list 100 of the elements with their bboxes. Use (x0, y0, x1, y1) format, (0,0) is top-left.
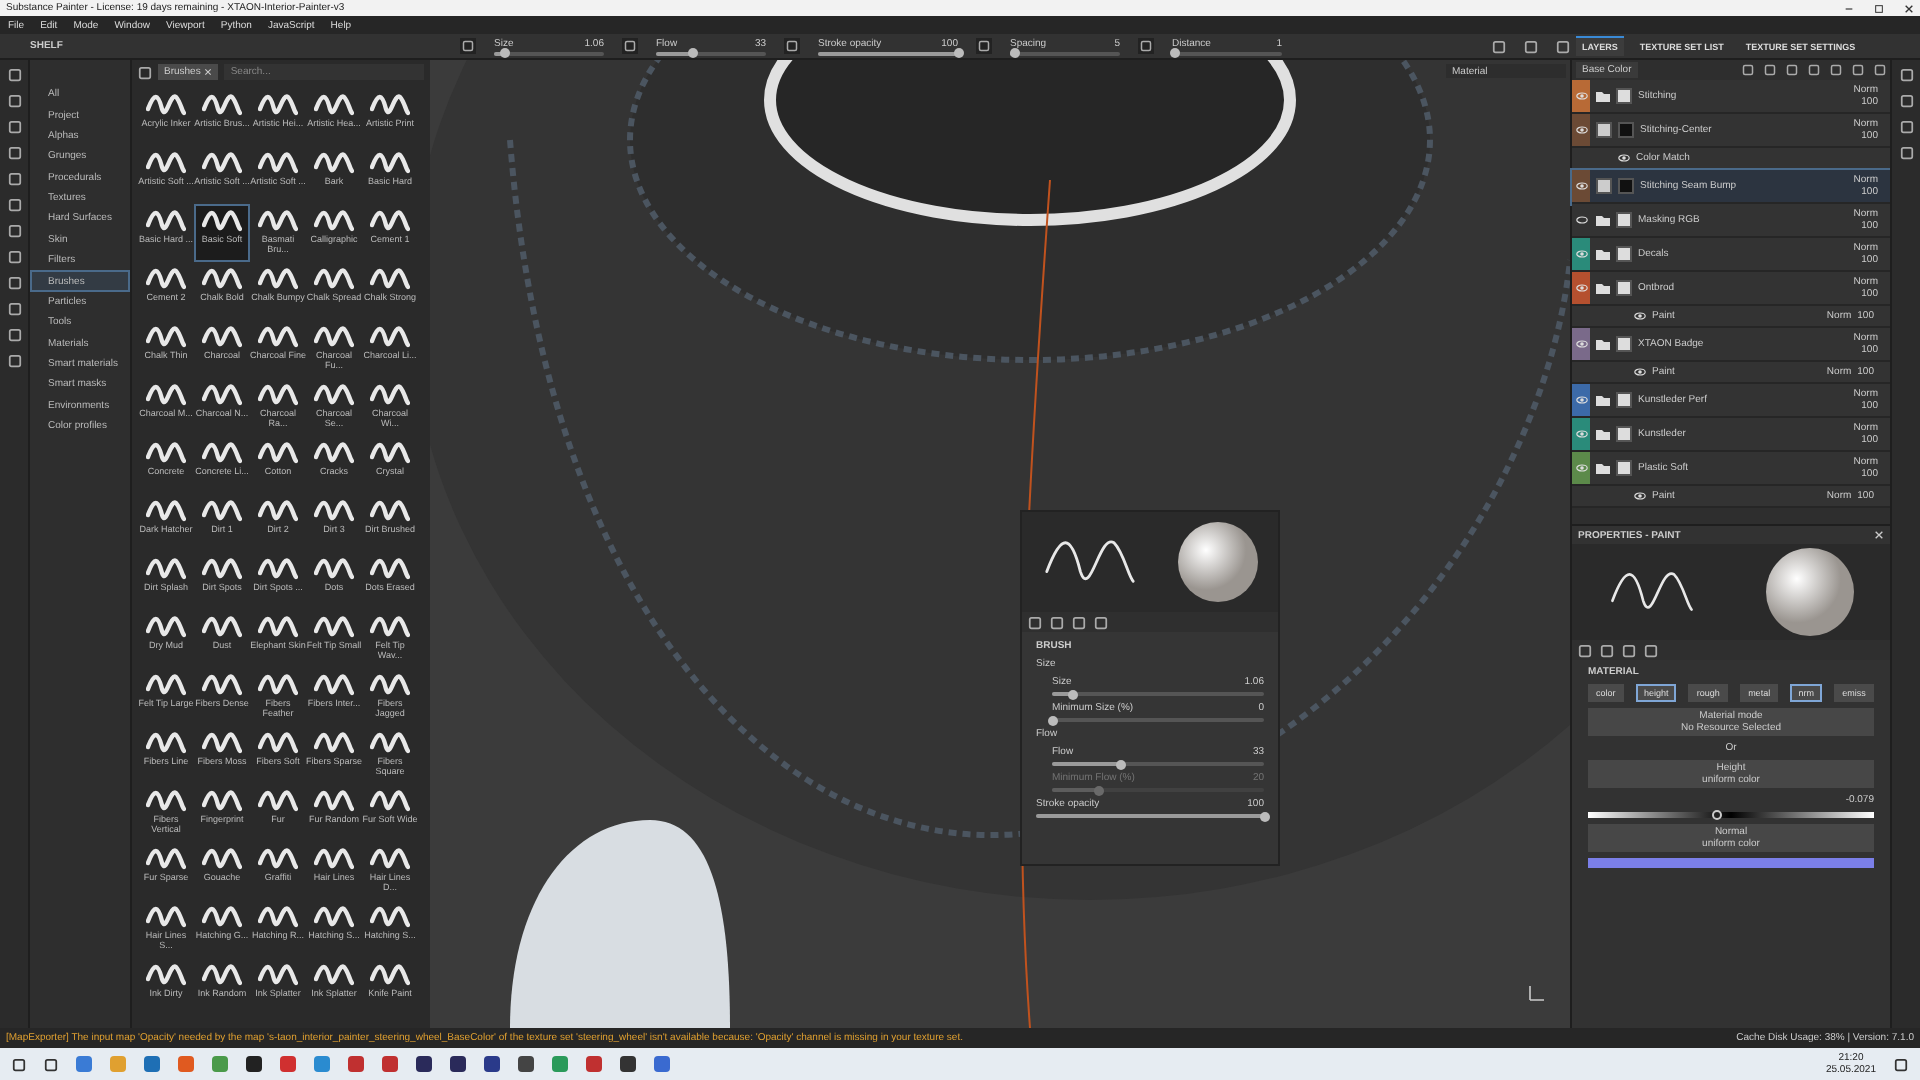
brush-stroke-thumbnail (146, 264, 186, 294)
brush-stroke-thumbnail (258, 206, 298, 236)
brush-stroke-thumbnail (370, 960, 410, 990)
visibility-icon[interactable] (1618, 154, 1630, 162)
brush-stroke-thumbnail (314, 612, 354, 642)
app-icon[interactable] (450, 1056, 466, 1072)
brush-stroke-thumbnail (258, 670, 298, 700)
brush-stroke-thumbnail (258, 90, 298, 120)
brush-stroke-thumbnail (146, 902, 186, 932)
height-slider[interactable] (1588, 812, 1874, 818)
brush-stroke-thumbnail (370, 206, 410, 236)
brush-stroke-thumbnail (258, 844, 298, 874)
brush-stroke-thumbnail (314, 148, 354, 178)
layer-thumbnail (1618, 122, 1634, 138)
brush-stroke-thumbnail (258, 554, 298, 584)
app-icon[interactable] (484, 1056, 500, 1072)
brush-stroke-thumbnail (202, 786, 242, 816)
brush-stroke-thumbnail (258, 728, 298, 758)
brush-stroke-thumbnail (202, 380, 242, 410)
close-icon[interactable] (1904, 3, 1914, 13)
maximize-icon[interactable] (1874, 3, 1884, 13)
mask-thumbnail (1596, 122, 1612, 138)
visibility-icon[interactable] (1575, 126, 1587, 134)
brush-stroke-thumbnail (314, 554, 354, 584)
brush-stroke-thumbnail (202, 148, 242, 178)
brush-stroke-thumbnail (146, 960, 186, 990)
brush-stroke-thumbnail (314, 728, 354, 758)
brush-stroke-thumbnail (202, 960, 242, 990)
brush-stroke-thumbnail (258, 960, 298, 990)
layer-thumbnail (1616, 426, 1632, 442)
brush-stroke-thumbnail (258, 264, 298, 294)
brush-stroke-thumbnail (314, 786, 354, 816)
brush-stroke-thumbnail (258, 902, 298, 932)
brush-stroke-thumbnail (258, 786, 298, 816)
brush-stroke-thumbnail (314, 90, 354, 120)
mask-thumbnail (1596, 178, 1612, 194)
layer-thumbnail (1616, 246, 1632, 262)
layer-thumbnail (1616, 392, 1632, 408)
brush-stroke-thumbnail (370, 728, 410, 758)
brush-stroke-thumbnail (202, 206, 242, 236)
minimize-icon[interactable] (1844, 3, 1854, 13)
remove-icon[interactable] (204, 68, 213, 76)
brush-stroke-thumbnail (146, 670, 186, 700)
brush-stroke-thumbnail (258, 380, 298, 410)
brush-stroke-thumbnail (314, 438, 354, 468)
brush-stroke-thumbnail (370, 322, 410, 352)
brush-stroke-thumbnail (314, 844, 354, 874)
brush-stroke-thumbnail (370, 438, 410, 468)
brush-stroke-thumbnail (314, 960, 354, 990)
sphere-preview (1178, 522, 1258, 602)
brush-stroke-thumbnail (202, 612, 242, 642)
brush-stroke-thumbnail (314, 902, 354, 932)
brush-stroke-thumbnail (146, 148, 186, 178)
brush-stroke-thumbnail (314, 496, 354, 526)
brush-stroke-thumbnail (202, 902, 242, 932)
visibility-icon[interactable] (1634, 492, 1646, 500)
brush-stroke-thumbnail (146, 380, 186, 410)
brush-stroke-thumbnail (258, 148, 298, 178)
brush-stroke-thumbnail (258, 612, 298, 642)
brush-stroke-thumbnail (146, 728, 186, 758)
brush-stroke-thumbnail (146, 496, 186, 526)
brush-stroke-thumbnail (258, 438, 298, 468)
brush-stroke-thumbnail (258, 496, 298, 526)
visibility-icon[interactable] (1575, 396, 1587, 404)
visibility-icon[interactable] (1575, 216, 1587, 224)
sphere-preview (1766, 548, 1855, 636)
brush-stroke-thumbnail (370, 148, 410, 178)
brush-stroke-thumbnail (370, 496, 410, 526)
brush-stroke-thumbnail (370, 264, 410, 294)
brush-stroke-thumbnail (314, 264, 354, 294)
app-icon[interactable] (518, 1056, 534, 1072)
visibility-icon[interactable] (1634, 312, 1646, 320)
brush-stroke-thumbnail (202, 90, 242, 120)
visibility-icon[interactable] (1634, 368, 1646, 376)
brush-stroke-thumbnail (314, 670, 354, 700)
brush-stroke-thumbnail (202, 670, 242, 700)
app-icon[interactable] (620, 1056, 636, 1072)
brush-stroke-thumbnail (202, 554, 242, 584)
brush-stroke-thumbnail (146, 844, 186, 874)
brush-stroke-thumbnail (314, 206, 354, 236)
brush-stroke-thumbnail (202, 496, 242, 526)
brush-stroke-thumbnail (146, 786, 186, 816)
app-icon[interactable] (246, 1056, 262, 1072)
brush-stroke-thumbnail (370, 612, 410, 642)
brush-stroke-thumbnail (202, 322, 242, 352)
brush-stroke-thumbnail (146, 206, 186, 236)
axis-gizmo-icon (1526, 984, 1546, 1004)
brush-stroke-thumbnail (370, 902, 410, 932)
visibility-icon[interactable] (1575, 182, 1587, 190)
brush-stroke-thumbnail (146, 90, 186, 120)
brush-stroke-thumbnail (202, 844, 242, 874)
brush-stroke-thumbnail (146, 612, 186, 642)
brush-stroke-thumbnail (370, 554, 410, 584)
layer-thumbnail (1616, 212, 1632, 228)
brush-stroke-thumbnail (314, 322, 354, 352)
app-icon[interactable] (416, 1056, 432, 1072)
brush-stroke-thumbnail (370, 786, 410, 816)
brush-stroke-thumbnail (202, 438, 242, 468)
brush-stroke-thumbnail (370, 380, 410, 410)
brush-stroke-thumbnail (370, 844, 410, 874)
